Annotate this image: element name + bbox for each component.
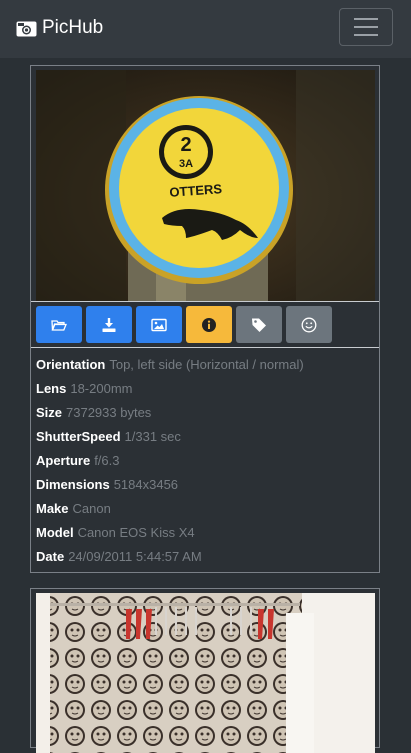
brand-name: PicHub	[42, 17, 104, 38]
smile-icon	[301, 317, 317, 332]
download-button[interactable]	[86, 306, 132, 343]
sign-number: 2	[180, 134, 191, 156]
photo-card: 2 3A OTTERS Orientation Top, left side (…	[30, 65, 380, 573]
info-button[interactable]	[186, 306, 232, 343]
folder-open-icon	[51, 319, 67, 331]
camera-icon	[16, 21, 37, 37]
photo-wardrobe[interactable]	[36, 593, 375, 753]
photo-card	[30, 588, 380, 753]
view-image-button[interactable]	[136, 306, 182, 343]
meta-row-shutterspeed: ShutterSpeed 1/331 sec	[36, 429, 181, 444]
image-icon	[151, 318, 167, 331]
download-icon	[102, 317, 116, 332]
open-folder-button[interactable]	[36, 306, 82, 343]
exif-metadata: Orientation Top, left side (Horizontal / …	[36, 353, 376, 569]
tag-button[interactable]	[236, 306, 282, 343]
meta-row-lens: Lens 18-200mm	[36, 381, 133, 396]
action-toolbar	[36, 306, 336, 343]
meta-row-date: Date 24/09/2011 5:44:57 AM	[36, 549, 202, 564]
info-icon	[202, 317, 216, 332]
meta-row-aperture: Aperture f/6.3	[36, 453, 120, 468]
emoji-button[interactable]	[286, 306, 332, 343]
hamburger-icon	[354, 18, 378, 20]
brand-link[interactable]: PicHub	[16, 17, 103, 39]
menu-toggle-button[interactable]	[339, 8, 393, 46]
meta-row-dimensions: Dimensions 5184x3456	[36, 477, 179, 492]
meta-row-orientation: Orientation Top, left side (Horizontal / …	[36, 357, 304, 372]
sign-sub: 3A	[179, 158, 193, 170]
meta-row-model: Model Canon EOS Kiss X4	[36, 525, 195, 540]
meta-row-make: Make Canon	[36, 501, 111, 516]
photo-otters-sign[interactable]: 2 3A OTTERS	[36, 70, 375, 301]
navbar: PicHub	[0, 0, 411, 58]
meta-row-size: Size 7372933 bytes	[36, 405, 152, 420]
tag-icon	[252, 318, 266, 332]
